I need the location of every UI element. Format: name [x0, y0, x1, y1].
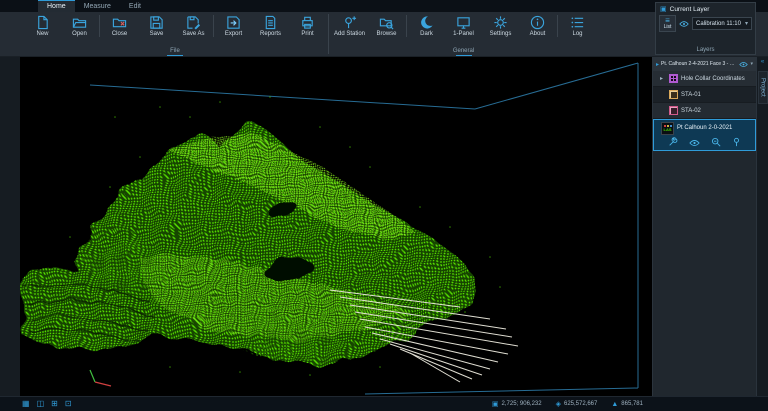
y-coordinate-icon: ◈	[556, 400, 561, 408]
tree-item-hole-collar[interactable]: ▸ Hole Collar Coordinates	[653, 71, 756, 87]
side-dock-strip: « Project	[756, 57, 768, 396]
status-bar: ▦ ◫ ⊞ ⊡ ▣2,725; 906,232 ◈625,572,667 ▲86…	[0, 396, 768, 411]
moon-icon	[419, 15, 434, 30]
x-coordinate-icon: ▣	[492, 400, 499, 408]
expander-icon[interactable]: ▸	[660, 75, 666, 82]
coordinate-x: 2,725; 906,232	[502, 401, 542, 407]
new-button[interactable]: New	[24, 12, 61, 47]
tree-header-label: Pt. Calhoun 2-4-2021 Face 3 - MOD	[661, 61, 737, 67]
add-station-icon	[342, 15, 357, 30]
fit-view-icon[interactable]: ⊡	[65, 400, 72, 408]
project-icon: ▸	[656, 61, 659, 68]
export-icon	[226, 15, 241, 30]
tab-home[interactable]: Home	[38, 0, 75, 12]
close-button[interactable]: Close	[101, 12, 138, 47]
info-icon	[530, 15, 545, 30]
save-button[interactable]: Save	[138, 12, 175, 47]
close-file-icon	[112, 15, 127, 30]
ribbon-separator	[557, 15, 558, 37]
layers-caption: Layers	[656, 47, 755, 53]
station-thumb-icon	[669, 106, 678, 115]
ribbon-separator	[406, 15, 407, 37]
current-layer-dropdown[interactable]: Calibration 11:10 ▾	[692, 17, 752, 30]
print-button[interactable]: Print	[289, 12, 326, 47]
gear-icon	[493, 15, 508, 30]
marker-icon[interactable]	[732, 134, 741, 152]
log-icon	[570, 15, 585, 30]
about-button[interactable]: About	[519, 12, 556, 47]
browse-icon	[379, 15, 394, 30]
las-file-icon: LAS	[661, 122, 674, 135]
browse-button[interactable]: Browse	[368, 12, 405, 47]
coordinate-y: 625,572,667	[564, 401, 597, 407]
ribbon-group-separator	[328, 14, 329, 54]
axis-gizmo	[90, 370, 111, 386]
layer-panel-icon: ▣	[660, 5, 667, 13]
save-as-icon	[186, 15, 201, 30]
tab-edit[interactable]: Edit	[120, 0, 150, 12]
selected-item-toolbar	[654, 136, 755, 150]
point-cloud	[22, 124, 477, 365]
log-button[interactable]: Log	[559, 12, 596, 47]
ribbon-separator	[213, 15, 214, 37]
group-label-file: File	[170, 48, 180, 54]
ribbon-group-general: Add Station Browse Dark 1-Panel Settings	[331, 12, 596, 56]
ribbon-group-file: New Open Close Save Save As Exp	[24, 12, 326, 56]
split-view-icon[interactable]: ◫	[37, 400, 45, 408]
save-icon	[149, 15, 164, 30]
tree-item-sta-01[interactable]: STA-01	[653, 87, 756, 103]
list-button[interactable]: ≡ List	[659, 15, 676, 32]
eye-icon[interactable]	[739, 61, 748, 68]
settings-button[interactable]: Settings	[482, 12, 519, 47]
station-thumb-icon	[669, 90, 678, 99]
current-layer-title: Current Layer	[670, 6, 710, 13]
print-icon	[300, 15, 315, 30]
tab-project[interactable]: Project	[758, 71, 768, 104]
current-layer-panel: ▣ Current Layer ≡ List Calibration 11:10…	[655, 2, 756, 55]
dark-mode-button[interactable]: Dark	[408, 12, 445, 47]
visibility-icon[interactable]	[689, 134, 700, 152]
coordinate-z: 865,781	[621, 401, 643, 407]
coordinate-readout: ▣2,725; 906,232 ◈625,572,667 ▲865,781	[492, 400, 643, 408]
ribbon: New Open Close Save Save As Exp	[0, 12, 768, 57]
layer-visibility-icon[interactable]	[679, 20, 689, 28]
new-icon	[35, 15, 50, 30]
monitor-icon	[456, 15, 471, 30]
tab-measure[interactable]: Measure	[75, 0, 120, 12]
viewport-3d[interactable]	[20, 57, 652, 396]
wrench-icon[interactable]	[668, 134, 678, 152]
reports-button[interactable]: Reports	[252, 12, 289, 47]
one-panel-button[interactable]: 1-Panel	[445, 12, 482, 47]
point-cloud-scene	[20, 57, 652, 396]
chevron-down-icon: ▾	[745, 20, 748, 27]
left-rail	[0, 57, 20, 396]
z-coordinate-icon: ▲	[611, 401, 618, 408]
tree-item-sta-02[interactable]: STA-02	[653, 103, 756, 119]
zoom-out-icon[interactable]	[711, 134, 721, 152]
tree-menu-icon[interactable]: ▾	[750, 61, 753, 67]
tree-header[interactable]: ▸ Pt. Calhoun 2-4-2021 Face 3 - MOD ▾	[653, 57, 756, 71]
layers-tree-panel: ▸ Pt. Calhoun 2-4-2021 Face 3 - MOD ▾ ▸ …	[652, 57, 756, 396]
add-view-icon[interactable]: ⊞	[51, 400, 58, 408]
open-icon	[72, 15, 87, 30]
add-station-button[interactable]: Add Station	[331, 12, 368, 47]
coordinates-grid-icon	[669, 74, 678, 83]
export-button[interactable]: Export	[215, 12, 252, 47]
open-button[interactable]: Open	[61, 12, 98, 47]
ribbon-separator	[99, 15, 100, 37]
tree-item-pt-calhoun-selected[interactable]: LAS Pt Calhoun 2-0-2021	[653, 119, 756, 151]
ribbon-tab-bar: Home Measure Edit	[0, 0, 768, 12]
save-as-button[interactable]: Save As	[175, 12, 212, 47]
group-label-general: General	[453, 48, 474, 54]
grid-view-icon[interactable]: ▦	[22, 400, 30, 408]
list-icon: ≡	[665, 17, 670, 24]
reports-icon	[263, 15, 278, 30]
collapse-panel-icon[interactable]: «	[761, 59, 764, 65]
